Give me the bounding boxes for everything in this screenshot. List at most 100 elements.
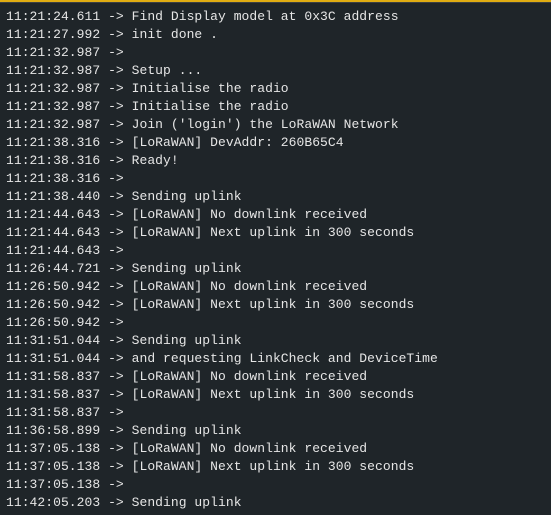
log-line: 11:26:50.942 -> [LoRaWAN] No downlink re… bbox=[6, 278, 367, 296]
log-line: 11:26:44.721 -> Sending uplink bbox=[6, 260, 242, 278]
log-arrow: -> bbox=[100, 423, 132, 438]
log-line: 11:21:32.987 -> Join ('login') the LoRaW… bbox=[6, 116, 399, 134]
log-timestamp: 11:31:58.837 bbox=[6, 405, 101, 420]
log-arrow: -> bbox=[100, 441, 132, 456]
log-line: 11:21:38.316 -> Ready! bbox=[6, 152, 179, 170]
log-line: 11:26:50.942 -> bbox=[6, 314, 124, 332]
log-line: 11:21:44.643 -> [LoRaWAN] No downlink re… bbox=[6, 206, 367, 224]
log-timestamp: 11:21:32.987 bbox=[6, 99, 101, 114]
log-timestamp: 11:21:24.611 bbox=[6, 9, 101, 24]
log-timestamp: 11:26:44.721 bbox=[6, 261, 101, 276]
log-timestamp: 11:31:51.044 bbox=[6, 333, 101, 348]
log-arrow: -> bbox=[100, 279, 132, 294]
log-message: Join ('login') the LoRaWAN Network bbox=[131, 117, 399, 132]
log-timestamp: 11:21:32.987 bbox=[6, 63, 101, 78]
log-timestamp: 11:21:44.643 bbox=[6, 225, 101, 240]
log-arrow: -> bbox=[100, 459, 132, 474]
log-arrow: -> bbox=[100, 243, 124, 258]
log-timestamp: 11:21:32.987 bbox=[6, 117, 101, 132]
log-line: 11:21:24.611 -> Find Display model at 0x… bbox=[6, 8, 399, 26]
log-timestamp: 11:21:32.987 bbox=[6, 81, 101, 96]
log-message: Sending uplink bbox=[131, 423, 242, 438]
log-timestamp: 11:21:38.316 bbox=[6, 135, 101, 150]
log-line: 11:21:32.987 -> Setup ... bbox=[6, 62, 202, 80]
log-arrow: -> bbox=[100, 315, 124, 330]
log-line: 11:31:51.044 -> and requesting LinkCheck… bbox=[6, 350, 438, 368]
log-arrow: -> bbox=[100, 261, 132, 276]
log-message: [LoRaWAN] No downlink received bbox=[131, 279, 368, 294]
log-message: Sending uplink bbox=[131, 495, 242, 510]
log-timestamp: 11:37:05.138 bbox=[6, 459, 101, 474]
log-line: 11:21:27.992 -> init done . bbox=[6, 26, 218, 44]
log-arrow: -> bbox=[100, 351, 132, 366]
log-timestamp: 11:26:50.942 bbox=[6, 315, 101, 330]
log-line: 11:21:32.987 -> Initialise the radio bbox=[6, 98, 289, 116]
log-line: 11:21:38.316 -> [LoRaWAN] DevAddr: 260B6… bbox=[6, 134, 344, 152]
log-timestamp: 11:21:38.316 bbox=[6, 153, 101, 168]
log-message: and requesting LinkCheck and DeviceTime bbox=[131, 351, 438, 366]
log-message: init done . bbox=[131, 27, 218, 42]
log-timestamp: 11:31:58.837 bbox=[6, 369, 101, 384]
serial-monitor-output[interactable]: 11:21:24.611 -> Find Display model at 0x… bbox=[0, 8, 551, 515]
log-timestamp: 11:42:05.203 bbox=[6, 495, 101, 510]
active-panel-accent bbox=[0, 0, 551, 2]
log-arrow: -> bbox=[100, 135, 132, 150]
log-arrow: -> bbox=[100, 207, 132, 222]
log-arrow: -> bbox=[100, 405, 124, 420]
log-timestamp: 11:21:38.440 bbox=[6, 189, 101, 204]
log-timestamp: 11:21:27.992 bbox=[6, 27, 101, 42]
log-arrow: -> bbox=[100, 27, 132, 42]
log-message: Setup ... bbox=[131, 63, 203, 78]
log-line: 11:26:50.942 -> [LoRaWAN] Next uplink in… bbox=[6, 296, 414, 314]
log-line: 11:36:58.899 -> Sending uplink bbox=[6, 422, 242, 440]
log-timestamp: 11:21:44.643 bbox=[6, 207, 101, 222]
log-arrow: -> bbox=[100, 333, 132, 348]
log-message: Sending uplink bbox=[131, 333, 242, 348]
log-line: 11:42:05.203 -> Sending uplink bbox=[6, 494, 242, 512]
log-timestamp: 11:21:38.316 bbox=[6, 171, 101, 186]
log-message: [LoRaWAN] DevAddr: 260B65C4 bbox=[131, 135, 344, 150]
log-arrow: -> bbox=[100, 99, 132, 114]
log-line: 11:21:32.987 -> bbox=[6, 44, 124, 62]
log-message: Sending uplink bbox=[131, 189, 242, 204]
log-arrow: -> bbox=[100, 153, 132, 168]
log-message: Sending uplink bbox=[131, 261, 242, 276]
log-message: Find Display model at 0x3C address bbox=[131, 9, 399, 24]
panel-top-border bbox=[0, 0, 551, 3]
log-line: 11:21:32.987 -> Initialise the radio bbox=[6, 80, 289, 98]
log-message: [LoRaWAN] No downlink received bbox=[131, 369, 368, 384]
log-arrow: -> bbox=[100, 81, 132, 96]
log-message: [LoRaWAN] Next uplink in 300 seconds bbox=[131, 459, 415, 474]
log-message: Initialise the radio bbox=[131, 81, 289, 96]
log-line: 11:31:51.044 -> Sending uplink bbox=[6, 332, 242, 350]
log-arrow: -> bbox=[100, 297, 132, 312]
log-arrow: -> bbox=[100, 387, 132, 402]
log-line: 11:21:38.316 -> bbox=[6, 170, 124, 188]
log-arrow: -> bbox=[100, 495, 132, 510]
log-message: [LoRaWAN] Next uplink in 300 seconds bbox=[131, 297, 415, 312]
log-line: 11:21:38.440 -> Sending uplink bbox=[6, 188, 242, 206]
log-timestamp: 11:21:44.643 bbox=[6, 243, 101, 258]
log-arrow: -> bbox=[100, 369, 132, 384]
log-message: Ready! bbox=[131, 153, 179, 168]
log-timestamp: 11:26:50.942 bbox=[6, 279, 101, 294]
log-line: 11:31:58.837 -> [LoRaWAN] No downlink re… bbox=[6, 368, 367, 386]
log-message: [LoRaWAN] No downlink received bbox=[131, 207, 368, 222]
log-message: [LoRaWAN] Next uplink in 300 seconds bbox=[131, 225, 415, 240]
log-timestamp: 11:31:51.044 bbox=[6, 351, 101, 366]
log-arrow: -> bbox=[100, 45, 124, 60]
log-arrow: -> bbox=[100, 9, 132, 24]
log-timestamp: 11:37:05.138 bbox=[6, 441, 101, 456]
log-line: 11:21:44.643 -> bbox=[6, 242, 124, 260]
log-timestamp: 11:31:58.837 bbox=[6, 387, 101, 402]
log-arrow: -> bbox=[100, 63, 132, 78]
log-arrow: -> bbox=[100, 117, 132, 132]
log-line: 11:31:58.837 -> bbox=[6, 404, 124, 422]
log-line: 11:37:05.138 -> bbox=[6, 476, 124, 494]
log-message: [LoRaWAN] Next uplink in 300 seconds bbox=[131, 387, 415, 402]
log-timestamp: 11:36:58.899 bbox=[6, 423, 101, 438]
log-arrow: -> bbox=[100, 171, 124, 186]
log-timestamp: 11:26:50.942 bbox=[6, 297, 101, 312]
log-arrow: -> bbox=[100, 189, 132, 204]
log-message: [LoRaWAN] No downlink received bbox=[131, 441, 368, 456]
